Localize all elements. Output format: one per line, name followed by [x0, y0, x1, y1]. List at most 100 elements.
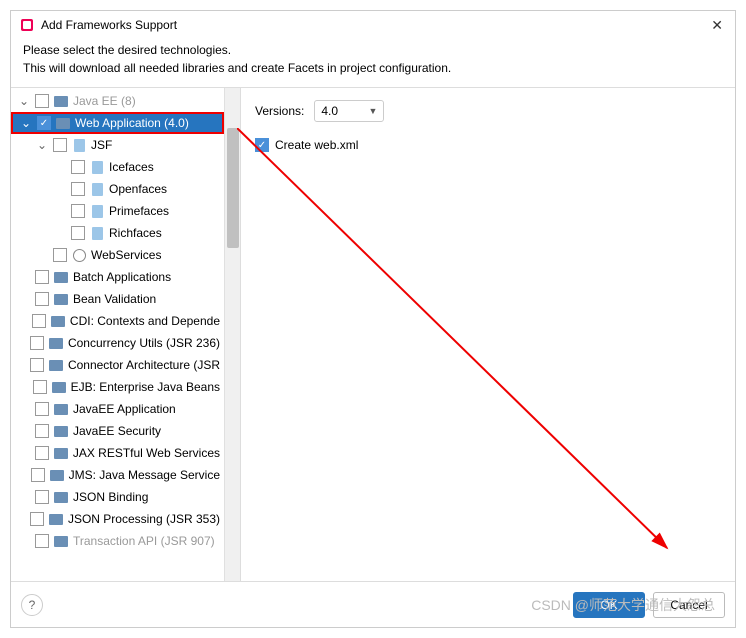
doc-icon [89, 159, 105, 175]
tree-checkbox[interactable] [53, 138, 67, 152]
tree-item[interactable]: WebServices [11, 244, 224, 266]
tree-checkbox[interactable] [35, 490, 49, 504]
tree-item-label: JAX RESTful Web Services [73, 446, 220, 460]
tree-item-label: Icefaces [109, 160, 154, 174]
folder-icon [53, 291, 69, 307]
expand-icon[interactable]: ⌄ [35, 138, 49, 152]
dialog-title: Add Frameworks Support [41, 18, 711, 32]
tree-item[interactable]: Openfaces [11, 178, 224, 200]
cancel-button[interactable]: Cancel [653, 592, 725, 618]
tree-item[interactable]: Richfaces [11, 222, 224, 244]
folder-icon [48, 511, 64, 527]
ok-button[interactable]: OK [573, 592, 645, 618]
tree-item[interactable]: Batch Applications [11, 266, 224, 288]
tree-item-label: Concurrency Utils (JSR 236) [68, 336, 220, 350]
tree-item-label: Connector Architecture (JSR [68, 358, 220, 372]
vertical-scrollbar[interactable] [224, 88, 240, 581]
tree-checkbox[interactable] [35, 424, 49, 438]
folder-icon [48, 357, 64, 373]
tree-checkbox[interactable] [35, 270, 49, 284]
tree-item[interactable]: Bean Validation [11, 288, 224, 310]
tree-checkbox[interactable] [35, 534, 49, 548]
tree-checkbox[interactable] [30, 336, 44, 350]
tree-item[interactable]: ⌄ JSF [11, 134, 224, 156]
tree-item[interactable]: ⌄ ✓ Web Application (4.0) [11, 112, 224, 134]
chevron-down-icon: ▼ [368, 106, 377, 116]
tree-item-label: Web Application (4.0) [75, 116, 189, 130]
tree-item-label: Java EE (8) [73, 94, 136, 108]
tree-item[interactable]: Icefaces [11, 156, 224, 178]
intro-text: Please select the desired technologies. … [11, 39, 735, 87]
tree-checkbox[interactable] [35, 402, 49, 416]
tree-checkbox[interactable] [71, 182, 85, 196]
folder-icon [53, 533, 69, 549]
versions-value: 4.0 [321, 104, 338, 118]
tree-checkbox[interactable] [30, 358, 44, 372]
framework-tree[interactable]: ⌄ Java EE (8) ⌄ ✓ Web Application (4.0) ⌄ JSF I… [11, 88, 224, 581]
add-frameworks-dialog: Add Frameworks Support ✕ Please select t… [10, 10, 736, 628]
tree-checkbox[interactable] [31, 468, 45, 482]
tree-item[interactable]: EJB: Enterprise Java Beans [11, 376, 224, 398]
tree-item-label: JMS: Java Message Service [69, 468, 220, 482]
tree-item[interactable]: JAX RESTful Web Services [11, 442, 224, 464]
versions-combobox[interactable]: 4.0 ▼ [314, 100, 384, 122]
tree-item[interactable]: JavaEE Security [11, 420, 224, 442]
tree-item-label: Richfaces [109, 226, 162, 240]
doc-icon [71, 137, 87, 153]
tree-item[interactable]: JMS: Java Message Service [11, 464, 224, 486]
folder-icon [48, 335, 64, 351]
tree-item[interactable]: Connector Architecture (JSR [11, 354, 224, 376]
tree-item-label: Batch Applications [73, 270, 171, 284]
tree-item[interactable]: JSON Binding [11, 486, 224, 508]
tree-checkbox[interactable] [32, 314, 46, 328]
globe-icon [71, 247, 87, 263]
tree-item-label: JavaEE Security [73, 424, 161, 438]
tree-item-label: Openfaces [109, 182, 167, 196]
folder-icon [53, 401, 69, 417]
tree-item[interactable]: CDI: Contexts and Depende [11, 310, 224, 332]
help-button[interactable]: ? [21, 594, 43, 616]
tree-item-label: JSON Binding [73, 490, 148, 504]
tree-checkbox[interactable] [71, 204, 85, 218]
folder-icon [53, 489, 69, 505]
tree-checkbox[interactable] [35, 94, 49, 108]
create-webxml-label: Create web.xml [275, 138, 358, 152]
tree-checkbox[interactable] [33, 380, 47, 394]
tree-item[interactable]: JSON Processing (JSR 353) [11, 508, 224, 530]
folder-icon [51, 379, 67, 395]
tree-item-label: JSON Processing (JSR 353) [68, 512, 220, 526]
tree-item-label: WebServices [91, 248, 161, 262]
folder-icon [53, 423, 69, 439]
tree-item[interactable]: JavaEE Application [11, 398, 224, 420]
folder-icon [49, 467, 65, 483]
tree-checkbox[interactable] [35, 446, 49, 460]
tree-checkbox[interactable]: ✓ [37, 116, 51, 130]
tree-item-label: JSF [91, 138, 112, 152]
tree-item-label: CDI: Contexts and Depende [70, 314, 220, 328]
intro-line: This will download all needed libraries … [23, 59, 723, 77]
tree-item[interactable]: Concurrency Utils (JSR 236) [11, 332, 224, 354]
tree-item-label: EJB: Enterprise Java Beans [71, 380, 220, 394]
tree-item-label: JavaEE Application [73, 402, 176, 416]
tree-checkbox[interactable] [71, 226, 85, 240]
doc-icon [89, 203, 105, 219]
tree-checkbox[interactable] [35, 292, 49, 306]
button-bar: ? OK Cancel [11, 581, 735, 627]
tree-item[interactable]: Transaction API (JSR 907) [11, 530, 224, 552]
create-webxml-checkbox[interactable]: ✓ [255, 138, 269, 152]
tree-item[interactable]: ⌄ Java EE (8) [11, 90, 224, 112]
tree-checkbox[interactable] [71, 160, 85, 174]
expand-icon[interactable]: ⌄ [19, 116, 33, 130]
close-icon[interactable]: ✕ [711, 17, 723, 34]
folder-icon [53, 269, 69, 285]
expand-icon[interactable]: ⌄ [17, 94, 31, 108]
tree-item[interactable]: Primefaces [11, 200, 224, 222]
app-icon [19, 17, 35, 33]
tree-checkbox[interactable] [53, 248, 67, 262]
settings-pane: Versions: 4.0 ▼ ✓ Create web.xml [241, 88, 735, 581]
content-area: ⌄ Java EE (8) ⌄ ✓ Web Application (4.0) ⌄ JSF I… [11, 87, 735, 581]
tree-checkbox[interactable] [30, 512, 44, 526]
scrollbar-thumb[interactable] [227, 128, 239, 248]
titlebar: Add Frameworks Support ✕ [11, 11, 735, 39]
tree-item-label: Transaction API (JSR 907) [73, 534, 215, 548]
